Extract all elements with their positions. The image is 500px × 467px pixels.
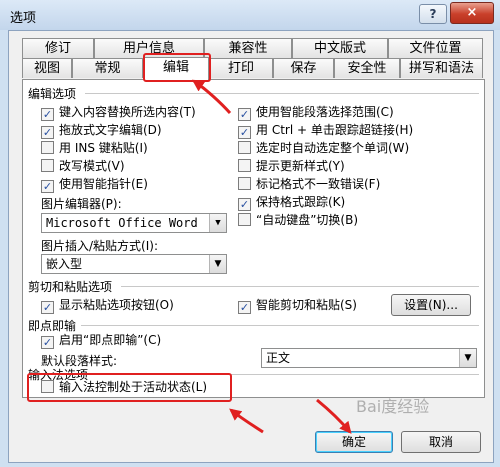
arrow-to-ok-button-icon — [316, 398, 352, 434]
arrow-to-edit-tab-icon — [192, 79, 232, 115]
arrow-to-ime-option-icon — [229, 408, 264, 434]
annotation-arrows — [192, 79, 352, 434]
